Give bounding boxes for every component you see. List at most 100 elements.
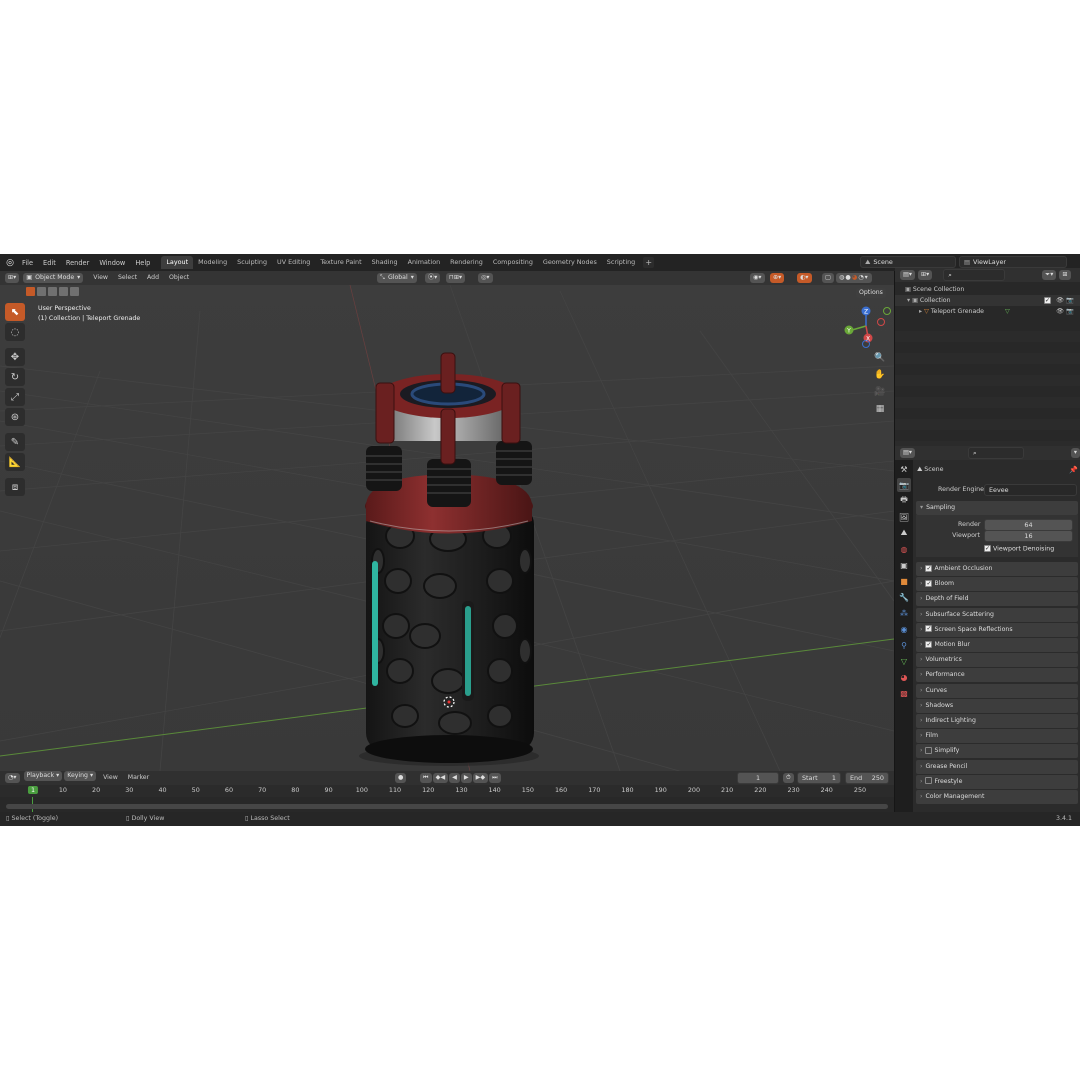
blender-logo-icon[interactable]: ◎ [3,256,17,270]
sampling-panel-header[interactable]: ▾ Sampling [916,501,1078,515]
pin-icon[interactable]: 📌 [1069,466,1078,474]
transform-tool-icon[interactable]: ⊛ [5,408,25,426]
panel-freestyle[interactable]: › Freestyle [916,774,1078,789]
menu-render[interactable]: Render [61,256,94,270]
timeline-menu-marker[interactable]: Marker [123,771,154,785]
zoom-icon[interactable]: 🔍 [873,351,887,365]
panel-checkbox[interactable]: ✓ [925,625,933,633]
panel-film[interactable]: › Film [916,729,1078,744]
tab-layout[interactable]: Layout [161,256,194,269]
object-camera-icon[interactable]: 📷 [1066,306,1074,317]
particles-tab-icon[interactable]: ⁂ [897,606,911,620]
ortho-grid-icon[interactable]: ▦ [873,402,887,416]
properties-search-input[interactable]: ⌕ [967,447,1024,459]
physics-tab-icon[interactable]: ◉ [897,622,911,636]
pan-hand-icon[interactable]: ✋ [873,368,887,382]
timeline-scrollbar[interactable] [6,804,888,809]
panel-subsurface-scattering[interactable]: › Subsurface Scattering [916,607,1078,622]
cursor-tool-icon[interactable]: ◌ [5,323,25,341]
panel-ambient-occlusion[interactable]: › ✓ Ambient Occlusion [916,562,1078,576]
measure-tool-icon[interactable]: 📐 [5,453,25,471]
tab-animation[interactable]: Animation [403,256,446,269]
constraints-tab-icon[interactable]: ⚲ [897,638,911,652]
current-frame-field[interactable]: 1 [737,772,779,784]
select-extend-icon[interactable] [37,287,46,296]
exclude-checkbox-icon[interactable]: ✓ [1044,295,1053,306]
panel-checkbox[interactable]: ✓ [925,640,933,648]
material-tab-icon[interactable]: ◕ [897,670,911,684]
view-layer-tab-icon[interactable]: 🖼 [897,510,911,524]
reverse-play-icon[interactable]: ◀ [449,773,460,783]
select-intersect-icon[interactable] [70,287,79,296]
viewport-menu-view[interactable]: View [88,271,113,285]
tab-compositing[interactable]: Compositing [488,256,538,269]
teleport-grenade-model[interactable] [359,352,539,766]
visibility-icon[interactable]: ◉▾ [750,273,765,283]
start-frame-field[interactable]: Start 1 [797,772,841,784]
outliner-scene-collection[interactable]: ▣ Scene Collection [905,284,964,295]
data-tab-icon[interactable]: ▽ [897,654,911,668]
panel-checkbox[interactable]: ✓ [925,564,933,572]
viewport-samples-field[interactable]: 16 [984,530,1073,542]
next-key-icon[interactable]: ▶◆ [472,773,489,783]
tool-tab-icon[interactable]: ⚒ [897,462,911,476]
properties-options-icon[interactable]: ▾ [1070,448,1080,458]
select-invert-icon[interactable] [59,287,68,296]
outliner-search-input[interactable]: ⌕ [943,269,1006,281]
view-layer-selector[interactable]: ▤ ViewLayer [959,256,1067,268]
display-mode-icon[interactable]: ⊞▾ [917,270,933,280]
scene-selector[interactable]: ⛰ Scene [860,256,956,268]
outliner-editor-type-icon[interactable]: ▤▾ [900,270,915,280]
render-engine-dropdown[interactable]: Eevee [984,484,1077,496]
panel-performance[interactable]: › Performance [916,668,1078,683]
add-cube-tool-icon[interactable]: ⧈ [5,478,25,496]
preview-range-icon[interactable]: ⏱ [783,773,794,783]
shading-mode-icons[interactable]: ◍●◕◔▾ [836,273,872,283]
auto-keying-icon[interactable]: ● [395,773,407,783]
jump-end-icon[interactable]: ⏭ [489,773,501,783]
panel-simplify[interactable]: › Simplify [916,744,1078,759]
camera-view-icon[interactable]: 🎥 [873,385,887,399]
timeline-menu-keying[interactable]: Keying ▾ [64,771,97,781]
menu-help[interactable]: Help [130,256,155,270]
viewport-menu-add[interactable]: Add [142,271,164,285]
object-tab-icon[interactable]: ■ [897,574,911,588]
frame-ruler[interactable]: 1 10 20 30 40 50 60 70 80 90 100 110 120 130 140 150 160… [0,785,894,797]
select-box-icon[interactable]: ⬉ [5,303,25,321]
camera-icon[interactable]: 📷 [1066,295,1074,306]
tab-geometry-nodes[interactable]: Geometry Nodes [538,256,602,269]
menu-window[interactable]: Window [94,256,130,270]
panel-indirect-lighting[interactable]: › Indirect Lighting [916,714,1078,728]
tab-shading[interactable]: Shading [367,256,403,269]
timeline-editor-type-icon[interactable]: ◔▾ [5,773,20,783]
world-tab-icon[interactable]: ◍ [897,542,911,556]
jump-start-icon[interactable]: ⏮ [420,773,432,783]
panel-bloom[interactable]: › ✓ Bloom [916,577,1078,592]
viewport-menu-select[interactable]: Select [113,271,142,285]
panel-checkbox[interactable] [925,746,933,754]
eye-icon[interactable]: 👁 [1056,295,1064,306]
collection-tab-icon[interactable]: ▣ [897,558,911,572]
properties-editor-type-icon[interactable]: ▤▾ [900,448,915,458]
tab-sculpting[interactable]: Sculpting [232,256,272,269]
timeline-menu-playback[interactable]: Playback ▾ [23,771,63,781]
editor-type-button[interactable]: ⊞▾ [5,273,20,283]
tab-scripting[interactable]: Scripting [602,256,640,269]
3d-viewport[interactable]: Z Y X ⊞▾ ▣ Object Mode ▾ View Select Add Obj… [0,271,894,771]
object-eye-icon[interactable]: 👁 [1056,306,1064,317]
mode-selector[interactable]: ▣ Object Mode ▾ [23,273,84,283]
play-icon[interactable]: ▶ [460,773,472,783]
overlay-toggle-icon[interactable]: ◐▾ [797,273,812,283]
new-collection-icon[interactable]: ⊞ [1059,270,1071,280]
panel-color-management[interactable]: › Color Management [916,790,1078,804]
panel-checkbox[interactable] [925,777,933,785]
move-tool-icon[interactable]: ✥ [5,348,25,366]
tab-texture-paint[interactable]: Texture Paint [315,256,366,269]
texture-tab-icon[interactable]: ▩ [897,686,911,700]
panel-curves[interactable]: › Curves [916,683,1078,698]
tab-rendering[interactable]: Rendering [445,256,488,269]
options-button[interactable]: Options [856,288,886,298]
proportional-edit-icon[interactable]: ◎▾ [478,273,493,283]
gizmo-toggle-icon[interactable]: ⊕▾ [770,273,785,283]
prev-key-icon[interactable]: ◆◀ [432,773,449,783]
